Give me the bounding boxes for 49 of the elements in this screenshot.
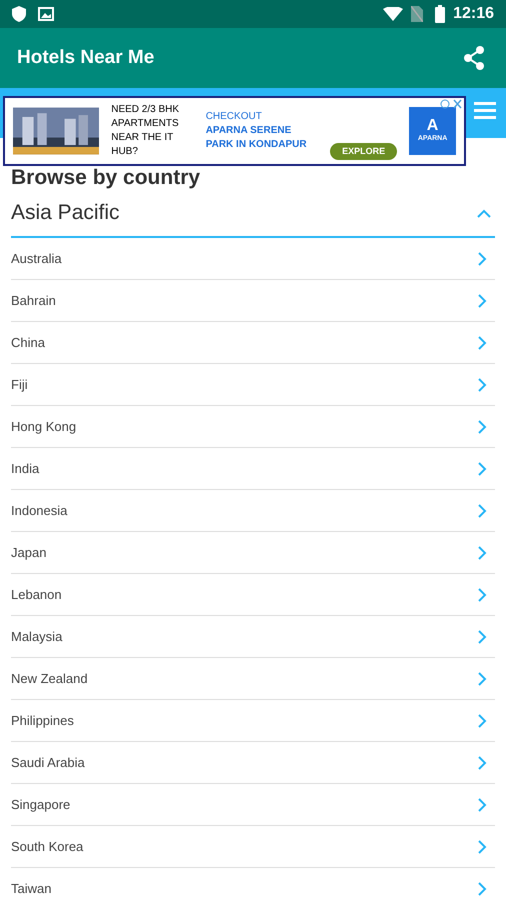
chevron-right-icon [478,546,487,560]
section-heading: Browse by country [11,166,202,190]
chevron-up-icon [477,208,491,218]
region-header[interactable]: Asia Pacific [11,190,495,238]
chevron-right-icon [478,378,487,392]
ad-text: NEED 2/3 BHK APARTMENTS NEAR THE IT HUB? [111,103,180,159]
chevron-right-icon [478,756,487,770]
country-item[interactable]: South Korea [11,826,495,868]
close-icon[interactable] [440,99,462,109]
chevron-right-icon [478,252,487,266]
chevron-right-icon [478,420,487,434]
image-icon [38,7,54,21]
wifi-icon [383,7,404,21]
country-item[interactable]: Bahrain [11,280,495,322]
chevron-right-icon [478,798,487,812]
chevron-right-icon [478,336,487,350]
country-item[interactable]: Japan [11,532,495,574]
country-item[interactable]: Indonesia [11,490,495,532]
country-item[interactable]: Australia [11,238,495,280]
ad-headline: CHECKOUT [206,110,263,124]
chevron-right-icon [478,714,487,728]
chevron-right-icon [478,588,487,602]
no-sim-icon [411,6,424,22]
country-item[interactable]: Singapore [11,784,495,826]
chevron-right-icon [478,462,487,476]
chevron-right-icon [478,504,487,518]
country-item[interactable]: Malaysia [11,616,495,658]
chevron-right-icon [478,882,487,896]
country-item[interactable]: Fiji [11,364,495,406]
chevron-right-icon [478,630,487,644]
country-item[interactable]: Saudi Arabia [11,742,495,784]
chevron-right-icon [478,672,487,686]
country-item[interactable]: China [11,322,495,364]
country-item[interactable]: India [11,448,495,490]
country-item[interactable]: Lebanon [11,574,495,616]
explore-button[interactable]: EXPLORE [330,142,398,160]
status-time: 12:16 [453,4,494,24]
chevron-right-icon [478,840,487,854]
menu-button[interactable] [474,102,496,120]
shield-icon [12,6,26,22]
country-item[interactable]: Hong Kong [11,406,495,448]
country-item[interactable]: Taiwan [11,868,495,900]
ad-text: APARNA SERENE PARK IN KONDAPUR [206,124,308,152]
country-item[interactable]: Philippines [11,700,495,742]
country-item[interactable]: New Zealand [11,658,495,700]
logo-letter: A [426,118,438,134]
battery-icon [435,5,446,23]
chevron-right-icon [478,294,487,308]
app-title: Hotels Near Me [17,46,154,70]
